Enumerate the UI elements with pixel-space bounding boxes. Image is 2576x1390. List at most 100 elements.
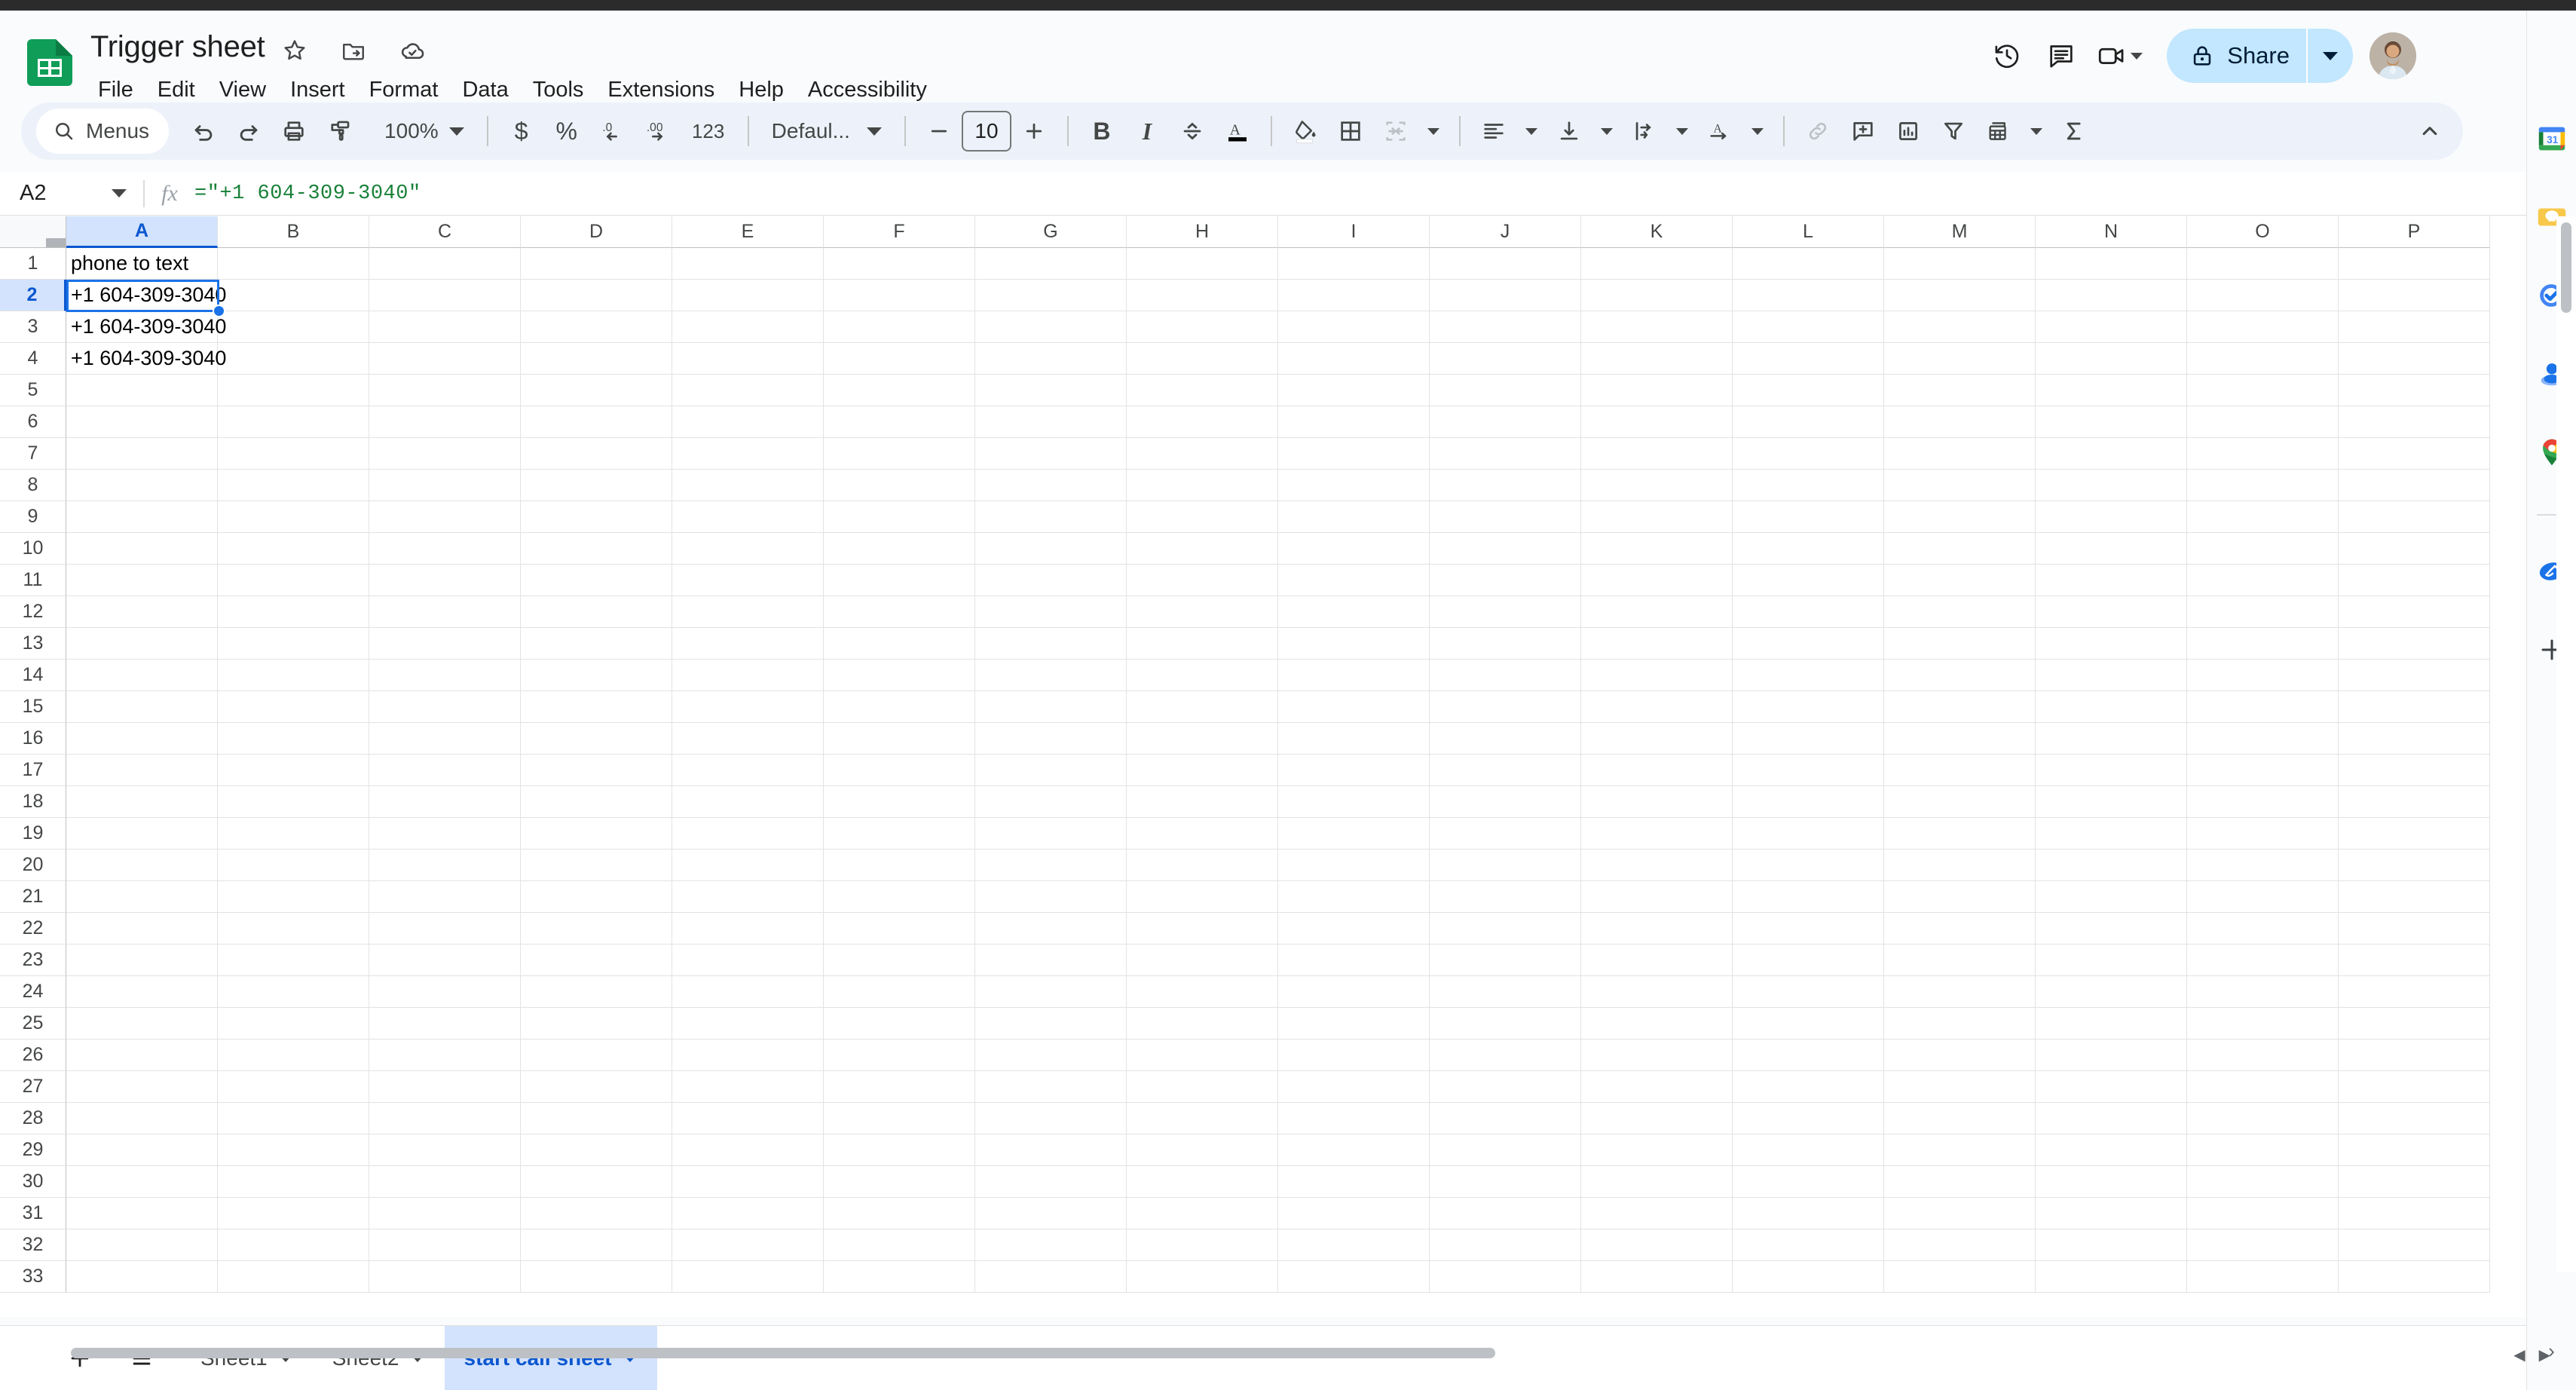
cell-n22[interactable] xyxy=(2036,913,2187,945)
cell-h26[interactable] xyxy=(1127,1039,1278,1071)
cell-f24[interactable] xyxy=(824,976,975,1008)
cell-j1[interactable] xyxy=(1430,248,1581,280)
cell-i32[interactable] xyxy=(1278,1229,1430,1261)
cell-g8[interactable] xyxy=(975,470,1127,501)
cell-i2[interactable] xyxy=(1278,280,1430,311)
cell-o17[interactable] xyxy=(2187,755,2339,786)
fill-color-button[interactable] xyxy=(1283,109,1328,154)
cell-h27[interactable] xyxy=(1127,1071,1278,1103)
cell-g21[interactable] xyxy=(975,881,1127,913)
cell-i1[interactable] xyxy=(1278,248,1430,280)
cell-o6[interactable] xyxy=(2187,406,2339,438)
cell-l20[interactable] xyxy=(1733,850,1884,881)
cell-o14[interactable] xyxy=(2187,660,2339,691)
cell-d19[interactable] xyxy=(521,818,672,850)
cell-g9[interactable] xyxy=(975,501,1127,533)
cell-j25[interactable] xyxy=(1430,1008,1581,1039)
cell-k18[interactable] xyxy=(1581,786,1733,818)
cell-i3[interactable] xyxy=(1278,311,1430,343)
cell-b22[interactable] xyxy=(218,913,369,945)
cell-e23[interactable] xyxy=(672,945,824,976)
cell-g25[interactable] xyxy=(975,1008,1127,1039)
cell-g14[interactable] xyxy=(975,660,1127,691)
cell-n2[interactable] xyxy=(2036,280,2187,311)
vertical-scrollbar[interactable] xyxy=(2556,216,2576,1272)
column-header-j[interactable]: J xyxy=(1430,216,1581,248)
cell-i7[interactable] xyxy=(1278,438,1430,470)
cell-f30[interactable] xyxy=(824,1166,975,1198)
cell-j32[interactable] xyxy=(1430,1229,1581,1261)
cell-f16[interactable] xyxy=(824,723,975,755)
cell-a7[interactable] xyxy=(66,438,218,470)
cell-p32[interactable] xyxy=(2339,1229,2490,1261)
cell-j30[interactable] xyxy=(1430,1166,1581,1198)
cell-l10[interactable] xyxy=(1733,533,1884,565)
cell-o8[interactable] xyxy=(2187,470,2339,501)
cell-j19[interactable] xyxy=(1430,818,1581,850)
cell-h19[interactable] xyxy=(1127,818,1278,850)
column-header-k[interactable]: K xyxy=(1581,216,1733,248)
cell-j15[interactable] xyxy=(1430,691,1581,723)
cell-k14[interactable] xyxy=(1581,660,1733,691)
cell-d32[interactable] xyxy=(521,1229,672,1261)
cell-e6[interactable] xyxy=(672,406,824,438)
cell-b16[interactable] xyxy=(218,723,369,755)
cell-c15[interactable] xyxy=(369,691,521,723)
cell-o21[interactable] xyxy=(2187,881,2339,913)
cell-o19[interactable] xyxy=(2187,818,2339,850)
cell-h12[interactable] xyxy=(1127,596,1278,628)
row-header-11[interactable]: 11 xyxy=(0,565,66,596)
cell-n30[interactable] xyxy=(2036,1166,2187,1198)
cell-i15[interactable] xyxy=(1278,691,1430,723)
cell-p20[interactable] xyxy=(2339,850,2490,881)
meet-button[interactable] xyxy=(2088,29,2147,83)
cell-n14[interactable] xyxy=(2036,660,2187,691)
column-header-m[interactable]: M xyxy=(1884,216,2036,248)
cell-d4[interactable] xyxy=(521,343,672,375)
cell-d10[interactable] xyxy=(521,533,672,565)
cell-k32[interactable] xyxy=(1581,1229,1733,1261)
cell-i29[interactable] xyxy=(1278,1134,1430,1166)
cell-i9[interactable] xyxy=(1278,501,1430,533)
cell-a30[interactable] xyxy=(66,1166,218,1198)
cell-j5[interactable] xyxy=(1430,375,1581,406)
cell-e3[interactable] xyxy=(672,311,824,343)
cell-d16[interactable] xyxy=(521,723,672,755)
cell-k1[interactable] xyxy=(1581,248,1733,280)
cell-m9[interactable] xyxy=(1884,501,2036,533)
cell-d33[interactable] xyxy=(521,1261,672,1293)
cell-m5[interactable] xyxy=(1884,375,2036,406)
cell-j11[interactable] xyxy=(1430,565,1581,596)
cell-i31[interactable] xyxy=(1278,1198,1430,1229)
cell-p14[interactable] xyxy=(2339,660,2490,691)
horizontal-align-button[interactable] xyxy=(1471,109,1516,154)
cell-a12[interactable] xyxy=(66,596,218,628)
cell-k16[interactable] xyxy=(1581,723,1733,755)
cell-d29[interactable] xyxy=(521,1134,672,1166)
cell-j29[interactable] xyxy=(1430,1134,1581,1166)
cell-d12[interactable] xyxy=(521,596,672,628)
cell-c3[interactable] xyxy=(369,311,521,343)
cell-b10[interactable] xyxy=(218,533,369,565)
cell-b8[interactable] xyxy=(218,470,369,501)
formula-input[interactable]: ="+1 604-309-3040" xyxy=(194,182,421,205)
cell-g23[interactable] xyxy=(975,945,1127,976)
horizontal-scroll-thumb[interactable] xyxy=(71,1348,1495,1358)
cell-l33[interactable] xyxy=(1733,1261,1884,1293)
cell-o27[interactable] xyxy=(2187,1071,2339,1103)
cell-j28[interactable] xyxy=(1430,1103,1581,1134)
insert-link-button[interactable] xyxy=(1795,109,1840,154)
cell-b29[interactable] xyxy=(218,1134,369,1166)
row-header-32[interactable]: 32 xyxy=(0,1229,66,1261)
row-header-16[interactable]: 16 xyxy=(0,723,66,755)
cell-n12[interactable] xyxy=(2036,596,2187,628)
cell-j23[interactable] xyxy=(1430,945,1581,976)
cell-b20[interactable] xyxy=(218,850,369,881)
cell-l27[interactable] xyxy=(1733,1071,1884,1103)
cell-l4[interactable] xyxy=(1733,343,1884,375)
cell-k19[interactable] xyxy=(1581,818,1733,850)
cell-i6[interactable] xyxy=(1278,406,1430,438)
cell-l18[interactable] xyxy=(1733,786,1884,818)
cell-b2[interactable] xyxy=(218,280,369,311)
cell-p3[interactable] xyxy=(2339,311,2490,343)
